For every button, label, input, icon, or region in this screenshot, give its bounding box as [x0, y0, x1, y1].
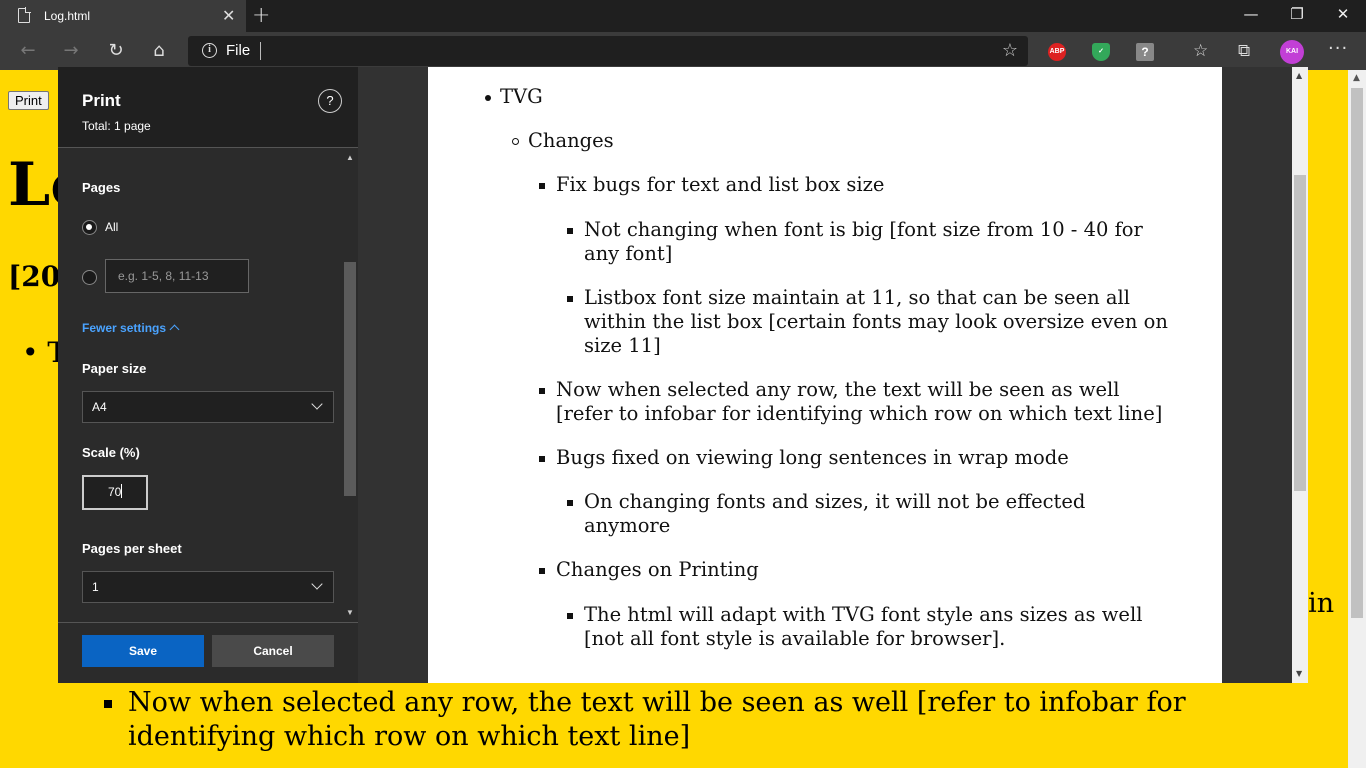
browser-toolbar: ← → ↻ ⌂ i File ☆ ABP ✓ ? ☆ ⧉ KAI ··· [0, 32, 1366, 70]
pages-all-radio[interactable] [82, 220, 97, 235]
unknown-extension-icon[interactable]: ? [1136, 43, 1154, 61]
tab-close-icon[interactable]: ✕ [222, 6, 235, 25]
close-window-button[interactable]: ✕ [1320, 5, 1366, 23]
page-scrollbar[interactable]: ▲ [1348, 70, 1366, 768]
page-list-item: Now when selected any row, the text will… [104, 686, 1234, 754]
shield-extension-icon[interactable]: ✓ [1092, 43, 1110, 61]
square-bullet [104, 700, 112, 708]
preview-item: Not changing when font is big [font size… [567, 218, 1184, 266]
preview-item: Bugs fixed on viewing long sentences in … [539, 446, 1186, 470]
scale-label: Scale (%) [82, 445, 140, 460]
tab-strip: Log.html ✕ + — ❐ ✕ [0, 0, 1366, 32]
settings-scroll-area: Pages All e.g. 1-5, 8, 11-13 Fewer setti… [58, 148, 342, 622]
pages-per-sheet-label: Pages per sheet [82, 541, 182, 556]
square-bullet [539, 183, 545, 189]
chevron-up-icon [169, 324, 180, 335]
print-dialog: Print Total: 1 page ? Pages All e.g. 1-5… [58, 67, 1308, 683]
preview-item: Fix bugs for text and list box size [539, 173, 1186, 197]
adblock-plus-icon[interactable]: ABP [1048, 43, 1066, 61]
scroll-up-icon[interactable]: ▲ [1296, 71, 1302, 80]
square-bullet [567, 228, 573, 234]
save-button[interactable]: Save [82, 635, 204, 667]
square-bullet [567, 613, 573, 619]
profile-avatar[interactable]: KAI [1280, 40, 1304, 64]
tab-title: Log.html [44, 9, 91, 23]
page-print-button[interactable]: Print [8, 91, 49, 110]
chevron-down-icon [311, 578, 323, 590]
cancel-button[interactable]: Cancel [212, 635, 334, 667]
settings-scrollbar[interactable]: ▲ ▼ [342, 148, 358, 622]
favorite-star-icon[interactable]: ☆ [1002, 40, 1018, 61]
more-menu-icon[interactable]: ··· [1328, 38, 1348, 59]
refresh-icon[interactable]: ↻ [103, 38, 129, 64]
disc-bullet [485, 95, 491, 101]
scroll-down-icon[interactable]: ▼ [1296, 669, 1302, 678]
preview-scrollbar[interactable]: ▲ ▼ [1292, 67, 1308, 683]
preview-item: On changing fonts and sizes, it will not… [567, 490, 1144, 538]
print-title: Print [82, 91, 121, 110]
scale-input[interactable]: 70 [82, 475, 148, 510]
preview-item: TVG [485, 85, 1180, 109]
preview-scroll-thumb[interactable] [1294, 175, 1306, 491]
pages-range-radio[interactable] [82, 270, 97, 285]
help-icon[interactable]: ? [318, 89, 342, 113]
text-cursor [121, 484, 123, 498]
preview-item: Changes on Printing [539, 558, 1186, 582]
print-settings-panel: Print Total: 1 page ? Pages All e.g. 1-5… [58, 67, 358, 683]
preview-item: Changes [512, 129, 1178, 153]
pages-per-sheet-select[interactable]: 1 [82, 571, 334, 603]
collections-icon[interactable]: ⧉ [1238, 41, 1250, 61]
favorites-list-icon[interactable]: ☆ [1193, 41, 1208, 61]
page-range-input[interactable]: e.g. 1-5, 8, 11-13 [105, 259, 249, 293]
square-bullet [567, 500, 573, 506]
scroll-down-icon[interactable]: ▼ [346, 608, 354, 617]
print-total-pages: Total: 1 page [82, 119, 151, 133]
info-icon[interactable]: i [202, 43, 217, 58]
page-subheading: [20 [8, 260, 61, 293]
circle-bullet [512, 138, 519, 145]
restore-button[interactable]: ❐ [1274, 5, 1320, 23]
pages-label: Pages [82, 180, 121, 195]
back-icon[interactable]: ← [15, 38, 41, 64]
chevron-down-icon [311, 398, 323, 410]
address-scheme: File [226, 42, 251, 59]
preview-item: Now when selected any row, the text will… [539, 378, 1176, 426]
address-cursor [260, 42, 261, 60]
square-bullet [539, 456, 545, 462]
scroll-up-icon[interactable]: ▲ [346, 153, 354, 162]
tab-log-html[interactable]: Log.html ✕ [0, 0, 246, 32]
minimize-button[interactable]: — [1228, 5, 1274, 23]
square-bullet [539, 388, 545, 394]
preview-item: Listbox font size maintain at 11, so tha… [567, 286, 1184, 358]
paper-size-select[interactable]: A4 [82, 391, 334, 423]
preview-item: The html will adapt with TVG font style … [567, 603, 1184, 651]
square-bullet [567, 296, 573, 302]
scroll-up-icon[interactable]: ▲ [1353, 73, 1360, 83]
home-icon[interactable]: ⌂ [146, 38, 172, 64]
fewer-settings-link[interactable]: Fewer settings [82, 321, 180, 335]
paper-size-label: Paper size [82, 361, 147, 376]
forward-icon[interactable]: → [58, 38, 84, 64]
print-preview-page: TVG Changes Fix bugs for text and list b… [428, 67, 1222, 683]
address-bar[interactable]: i File ☆ [188, 36, 1028, 66]
square-bullet [539, 568, 545, 574]
settings-scroll-thumb[interactable] [344, 262, 356, 496]
new-tab-button[interactable]: + [252, 3, 270, 28]
page-scroll-thumb[interactable] [1351, 88, 1363, 618]
footer-divider [58, 622, 358, 623]
print-header: Print Total: 1 page ? [58, 67, 358, 147]
document-icon [18, 7, 31, 23]
pages-all-label[interactable]: All [105, 220, 118, 234]
